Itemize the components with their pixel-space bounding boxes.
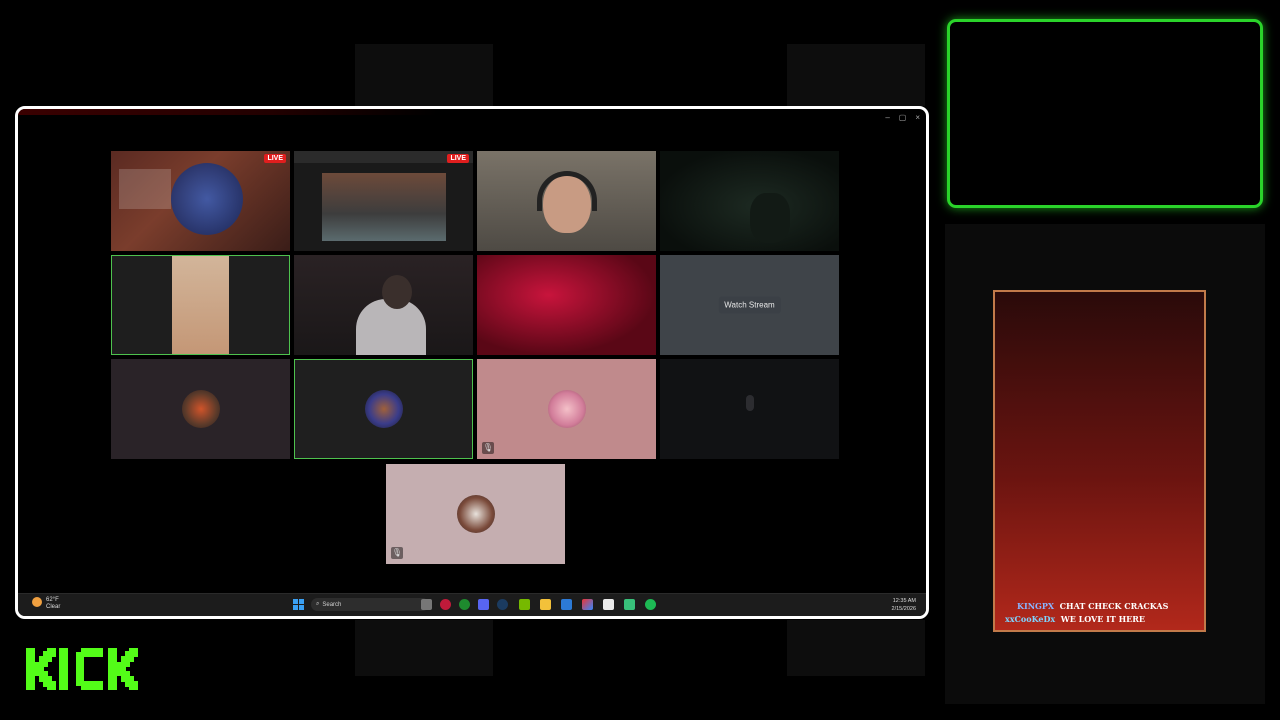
- clock-date: 2/15/2026: [891, 606, 916, 612]
- file-explorer-icon[interactable]: [540, 599, 551, 610]
- watch-stream-button[interactable]: Watch Stream: [718, 296, 781, 314]
- live-badge: LIVE: [264, 154, 286, 163]
- weather-widget[interactable]: 62°F Clear: [32, 597, 60, 611]
- chat-text: CHAT CHECK CRACKAS: [1059, 601, 1169, 611]
- mic-muted-icon: 🎙: [482, 442, 494, 454]
- browser-toolbar: [294, 151, 473, 163]
- game-map-view: [171, 163, 243, 235]
- nvidia-icon[interactable]: [519, 599, 530, 610]
- weather-condition: Clear: [46, 604, 61, 610]
- participant-head: [382, 275, 412, 309]
- copilot-icon[interactable]: [582, 599, 593, 610]
- clock-time: 12:35 AM: [892, 598, 916, 604]
- participant-silhouette: [746, 395, 754, 411]
- spotify-icon[interactable]: [645, 599, 656, 610]
- background-panel: [787, 44, 925, 106]
- background-panel: [787, 620, 925, 676]
- avatar: [456, 495, 495, 533]
- participant-tile-avatar-2[interactable]: [294, 359, 473, 459]
- shared-video: [322, 173, 446, 241]
- windows-start-icon[interactable]: [293, 599, 304, 610]
- participant-tile-stream-preview[interactable]: Watch Stream: [660, 255, 839, 355]
- kick-logo: [26, 648, 146, 695]
- avatar: [364, 390, 403, 428]
- opera-icon[interactable]: [440, 599, 451, 610]
- mic-muted-icon: 🎙: [391, 547, 403, 559]
- participant-tile-game-stream[interactable]: LIVE: [111, 151, 290, 251]
- participant-tile-speaking[interactable]: [111, 255, 290, 355]
- kick-logo-graphic: [26, 648, 138, 690]
- chat-overlay: KINGPX CHAT CHECK CRACKAS xxCooKeDx WE L…: [993, 290, 1206, 632]
- participant-tile-avatar-4[interactable]: 🎙: [386, 464, 565, 564]
- avatar: [547, 390, 586, 428]
- store-icon[interactable]: [603, 599, 614, 610]
- participant-tile-avatar-1[interactable]: [111, 359, 290, 459]
- search-label: Search: [322, 601, 342, 608]
- task-view-icon[interactable]: [421, 599, 432, 610]
- live-badge: LIVE: [447, 154, 469, 163]
- screen-capture-frame: – ▢ × LIVE LIVE Watch Stream 🎙 🎙 62°F Cl…: [15, 106, 929, 619]
- app-icon[interactable]: [561, 599, 572, 610]
- steam-icon[interactable]: [497, 599, 508, 610]
- avatar: [181, 390, 220, 428]
- game-hud-panel: [119, 169, 171, 209]
- webcam-frame: [947, 19, 1263, 208]
- xbox-icon[interactable]: [459, 599, 470, 610]
- participant-silhouette: [750, 193, 790, 243]
- chat-username: KINGPX: [1017, 601, 1055, 611]
- discord-icon[interactable]: [478, 599, 489, 610]
- participant-tile-gamer[interactable]: [294, 255, 473, 355]
- weather-moon-icon: [32, 597, 42, 607]
- taskbar: 62°F Clear ⌕ Search 12:35 AM 2/15/2026: [18, 593, 926, 616]
- participant-tile-headset[interactable]: [477, 151, 656, 251]
- system-clock[interactable]: 12:35 AM 2/15/2026: [892, 597, 916, 613]
- video-call-grid: LIVE LIVE Watch Stream 🎙 🎙: [18, 109, 926, 616]
- participant-video: [172, 256, 229, 354]
- app-icon[interactable]: [624, 599, 635, 610]
- background-panel: [355, 620, 493, 676]
- chat-message: xxCooKeDx WE LOVE IT HERE: [1005, 614, 1145, 624]
- participant-tile-dark[interactable]: [660, 151, 839, 251]
- headset-icon: [537, 171, 597, 211]
- background-panel: [355, 44, 493, 106]
- participant-tile-shared-screen[interactable]: LIVE: [294, 151, 473, 251]
- chat-message: KINGPX CHAT CHECK CRACKAS: [1017, 601, 1168, 611]
- participant-tile-avatar-3[interactable]: 🎙: [477, 359, 656, 459]
- chat-username: xxCooKeDx: [1005, 614, 1056, 624]
- weather-temp: 62°F: [46, 597, 59, 603]
- search-icon: ⌕: [316, 601, 320, 607]
- taskbar-search[interactable]: ⌕ Search: [311, 598, 429, 611]
- participant-tile-red-room[interactable]: [477, 255, 656, 355]
- participant-tile-camera-off[interactable]: [660, 359, 839, 459]
- chat-text: WE LOVE IT HERE: [1060, 614, 1146, 624]
